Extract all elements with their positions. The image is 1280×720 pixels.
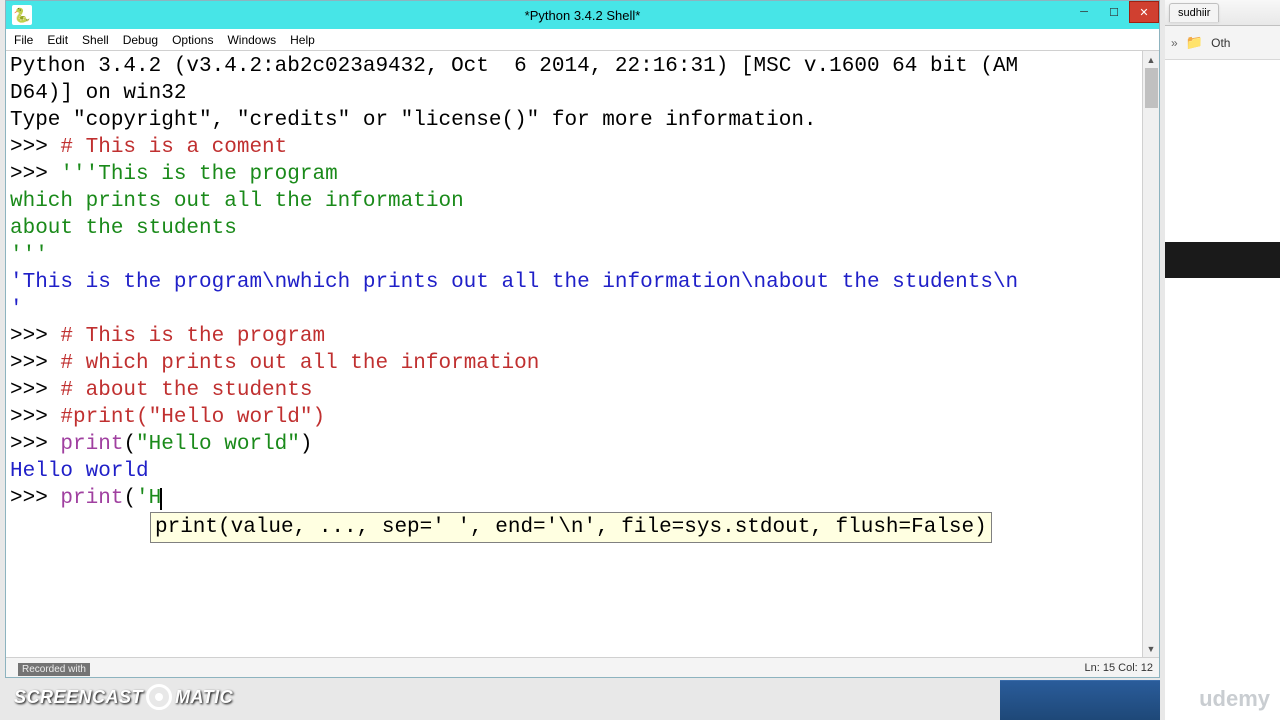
code-segment: ) (300, 433, 313, 456)
shell-line: Hello world (10, 458, 1138, 485)
code-segment: Hello world (10, 460, 149, 483)
browser-tab[interactable]: sudhiir (1169, 3, 1219, 22)
code-segment: ( (123, 487, 136, 510)
code-segment: 'H (136, 487, 161, 510)
scroll-thumb[interactable] (1145, 68, 1158, 108)
shell-line: about the students (10, 215, 1138, 242)
code-segment: >>> (10, 136, 60, 159)
app-icon: 🐍 (12, 5, 32, 25)
udemy-watermark: udemy (1199, 686, 1270, 712)
titlebar[interactable]: 🐍 *Python 3.4.2 Shell* ─ ☐ ✕ (6, 1, 1159, 29)
menu-edit[interactable]: Edit (47, 33, 68, 47)
shell-line: 'This is the program\nwhich prints out a… (10, 269, 1138, 296)
recorded-with-label: Recorded with (18, 663, 90, 676)
code-segment: print (60, 487, 123, 510)
code-segment: ( (123, 433, 136, 456)
code-segment: >>> (10, 325, 60, 348)
code-segment: D64)] on win32 (10, 82, 186, 105)
code-segment: ' (10, 298, 23, 321)
menu-debug[interactable]: Debug (123, 33, 158, 47)
code-segment: # which prints out all the information (60, 352, 539, 375)
menubar: File Edit Shell Debug Options Windows He… (6, 29, 1159, 51)
shell-line: ' (10, 296, 1138, 323)
bookmarks-overflow-icon[interactable]: » (1171, 36, 1178, 50)
window-title: *Python 3.4.2 Shell* (525, 8, 641, 23)
code-segment: print (60, 433, 123, 456)
code-segment: >>> (10, 433, 60, 456)
menu-windows[interactable]: Windows (227, 33, 276, 47)
logo-left: SCREENCAST (14, 687, 143, 708)
shell-line: >>> # which prints out all the informati… (10, 350, 1138, 377)
menu-options[interactable]: Options (172, 33, 213, 47)
maximize-button[interactable]: ☐ (1099, 1, 1129, 23)
logo-circle-icon (146, 684, 172, 710)
code-segment: >>> (10, 379, 60, 402)
shell-line: >>> #print("Hello world") (10, 404, 1138, 431)
text-cursor (160, 488, 162, 510)
shell-line: >>> print("Hello world") (10, 431, 1138, 458)
menu-shell[interactable]: Shell (82, 33, 109, 47)
code-segment: 'This is the program\nwhich prints out a… (10, 271, 1018, 294)
code-segment: >>> (10, 352, 60, 375)
shell-line: >>> # about the students (10, 377, 1138, 404)
statusbar: Ln: 15 Col: 12 (6, 657, 1159, 677)
code-segment: #print("Hello world") (60, 406, 325, 429)
background-browser: sudhiir » 📁 Oth (1165, 0, 1280, 720)
shell-line: Type "copyright", "credits" or "license(… (10, 107, 1138, 134)
shell-line: >>> # This is a coment (10, 134, 1138, 161)
code-segment: Python 3.4.2 (v3.4.2:ab2c023a9432, Oct 6… (10, 55, 1018, 78)
menu-help[interactable]: Help (290, 33, 315, 47)
shell-line: which prints out all the information (10, 188, 1138, 215)
code-segment: # This is the program (60, 325, 325, 348)
code-segment: which prints out all the information (10, 190, 464, 213)
code-segment: ''' (10, 244, 48, 267)
code-segment: >>> (10, 163, 60, 186)
desktop-wallpaper-strip (1000, 680, 1160, 720)
screencastomatic-logo: SCREENCAST MATIC (14, 684, 233, 710)
cursor-position: Ln: 15 Col: 12 (1085, 662, 1154, 674)
code-segment: # about the students (60, 379, 312, 402)
scroll-down-icon[interactable]: ▼ (1143, 640, 1159, 657)
minimize-button[interactable]: ─ (1069, 1, 1099, 23)
folder-icon[interactable]: 📁 (1186, 34, 1203, 51)
browser-tabstrip: sudhiir (1165, 0, 1280, 26)
code-segment: Type "copyright", "credits" or "license(… (10, 109, 817, 132)
shell-line: Python 3.4.2 (v3.4.2:ab2c023a9432, Oct 6… (10, 53, 1138, 80)
logo-right: MATIC (175, 687, 233, 708)
shell-line: >>> # This is the program (10, 323, 1138, 350)
menu-file[interactable]: File (14, 33, 33, 47)
bookmarks-bar: » 📁 Oth (1165, 26, 1280, 60)
background-dark-strip (1165, 242, 1280, 278)
shell-line: >>> '''This is the program (10, 161, 1138, 188)
shell-line: D64)] on win32 (10, 80, 1138, 107)
close-button[interactable]: ✕ (1129, 1, 1159, 23)
shell-line: ''' (10, 242, 1138, 269)
scroll-up-icon[interactable]: ▲ (1143, 51, 1159, 68)
editor-area: Python 3.4.2 (v3.4.2:ab2c023a9432, Oct 6… (6, 51, 1159, 657)
code-segment: "Hello world" (136, 433, 300, 456)
bookmark-label[interactable]: Oth (1211, 36, 1230, 50)
code-segment: >>> (10, 406, 60, 429)
vertical-scrollbar[interactable]: ▲ ▼ (1142, 51, 1159, 657)
calltip: print(value, ..., sep=' ', end='\n', fil… (150, 512, 992, 543)
code-segment: '''This is the program (60, 163, 337, 186)
code-segment: >>> (10, 487, 60, 510)
idle-window: 🐍 *Python 3.4.2 Shell* ─ ☐ ✕ File Edit S… (5, 0, 1160, 678)
shell-line: >>> print('H (10, 485, 1138, 512)
code-segment: # This is a coment (60, 136, 287, 159)
shell-text[interactable]: Python 3.4.2 (v3.4.2:ab2c023a9432, Oct 6… (6, 51, 1142, 657)
code-segment: about the students (10, 217, 237, 240)
window-controls: ─ ☐ ✕ (1069, 1, 1159, 23)
